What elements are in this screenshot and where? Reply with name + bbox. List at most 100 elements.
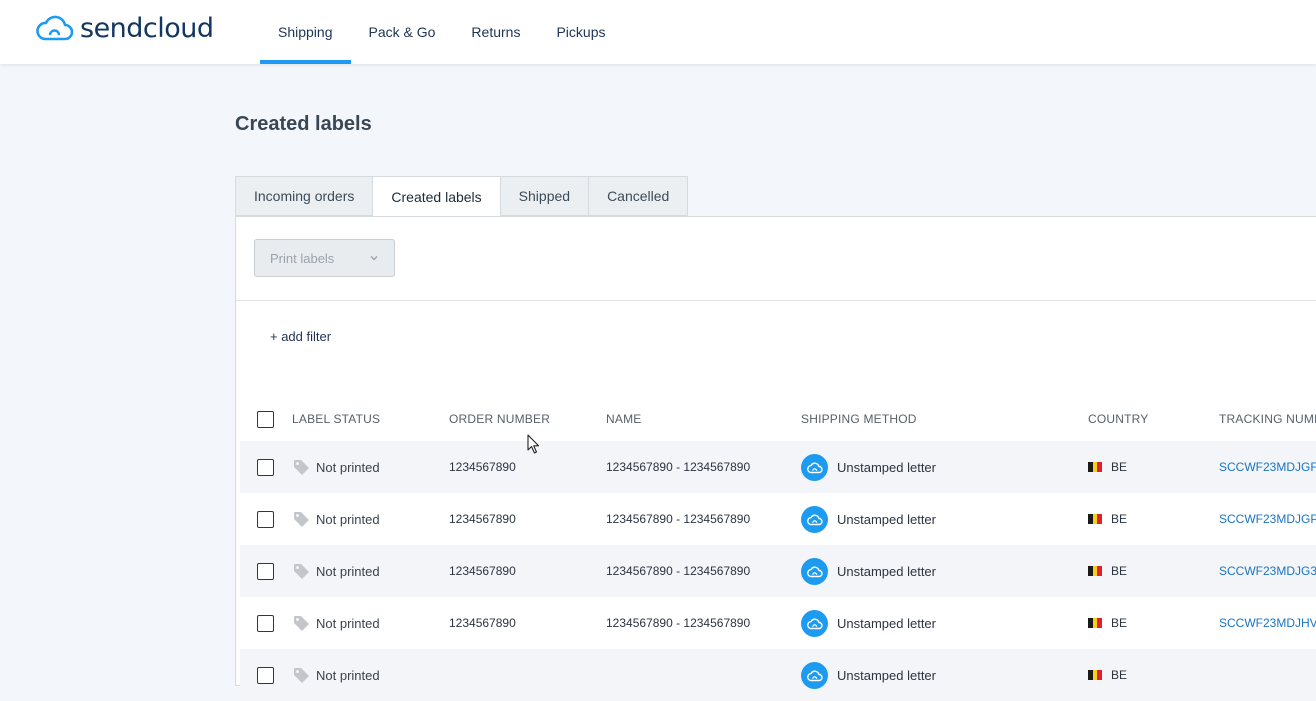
row-checkbox[interactable] (257, 614, 274, 632)
cloud-icon (801, 609, 828, 637)
country-code: BE (1111, 512, 1128, 526)
top-navigation-bar: sendcloud Shipping Pack & Go Returns Pic… (0, 0, 1316, 64)
tag-icon (294, 564, 309, 579)
country-cell: BE (1088, 493, 1127, 545)
country-code: BE (1111, 616, 1128, 630)
shipping-method-text: Unstamped letter (837, 459, 936, 475)
add-filter-link[interactable]: + add filter (270, 329, 331, 344)
brand-logo[interactable]: sendcloud (34, 12, 214, 44)
table-row[interactable]: Not printed 1234567890 1234567890 - 1234… (240, 597, 1316, 649)
country-code: BE (1111, 668, 1128, 682)
print-labels-label: Print labels (270, 250, 335, 266)
nav-item-returns[interactable]: Returns (453, 0, 538, 64)
table-row[interactable]: Not printed 1234567890 1234567890 - 1234… (240, 545, 1316, 597)
panel-toolbar: Print labels (236, 217, 1316, 301)
label-status-cell: Not printed (292, 545, 380, 597)
shipping-method-cell: Unstamped letter (801, 493, 936, 545)
belgium-flag-icon (1088, 514, 1103, 524)
tracking-number-cell: SCCWF23MDJGP (1219, 493, 1316, 545)
print-labels-dropdown[interactable]: Print labels (254, 239, 395, 277)
row-checkbox[interactable] (257, 458, 274, 476)
belgium-flag-icon (1088, 618, 1103, 628)
shipping-method-cell: Unstamped letter (801, 441, 936, 493)
cloud-icon (801, 453, 828, 481)
label-status-cell: Not printed (292, 441, 380, 493)
mouse-cursor-icon (527, 434, 540, 454)
row-checkbox[interactable] (257, 562, 274, 580)
tab-created-labels[interactable]: Created labels (372, 176, 501, 217)
tracking-number-cell: SCCWF23MDJGF (1219, 441, 1316, 493)
country-code: BE (1111, 564, 1128, 578)
tab-shipped[interactable]: Shipped (499, 176, 590, 216)
row-select-cell (257, 493, 274, 545)
order-number-cell: 1234567890 (449, 460, 516, 474)
country-cell: BE (1088, 545, 1127, 597)
row-select-cell (257, 545, 274, 597)
customer-name-cell: 1234567890 - 1234567890 (606, 512, 751, 526)
label-status-cell: Not printed (292, 493, 380, 545)
select-all-cell (257, 397, 274, 441)
brand-name: sendcloud (80, 12, 214, 44)
page-title: Created labels (235, 113, 372, 135)
shipping-method-cell: Unstamped letter (801, 597, 936, 649)
tracking-number-link[interactable]: SCCWF23MDJGP (1219, 512, 1316, 526)
belgium-flag-icon (1088, 670, 1103, 680)
label-status-cell: Not printed (292, 649, 380, 701)
shipping-method-cell: Unstamped letter (801, 545, 936, 597)
tracking-number-cell: SCCWF23MDJG3 (1219, 545, 1316, 597)
tag-icon (294, 512, 309, 527)
label-status-text: Not printed (316, 615, 380, 631)
labels-panel: Print labels + add filter LABEL STATUS O… (235, 216, 1316, 701)
label-status-cell: Not printed (292, 597, 380, 649)
chevron-down-icon (370, 256, 378, 261)
row-select-cell (257, 649, 274, 701)
order-number-cell: 1234567890 (449, 564, 516, 578)
row-select-cell (257, 441, 274, 493)
country-cell: BE (1088, 441, 1127, 493)
shipping-method-text: Unstamped letter (837, 511, 936, 527)
labels-table: LABEL STATUS ORDER NUMBER NAME SHIPPING … (240, 397, 1316, 701)
table-row[interactable]: Not printed 1234567890 1234567890 - 1234… (240, 441, 1316, 493)
cloud-icon (801, 557, 828, 585)
row-checkbox[interactable] (257, 510, 274, 528)
tracking-number-link[interactable]: SCCWF23MDJG3 (1219, 564, 1316, 578)
tab-incoming-orders[interactable]: Incoming orders (235, 176, 374, 216)
tag-icon (294, 668, 309, 683)
tracking-number-link[interactable]: SCCWF23MDJGF (1219, 460, 1316, 474)
order-status-tabs: Incoming orders Created labels Shipped C… (235, 176, 689, 217)
cloud-logo-icon (36, 15, 74, 41)
tag-icon (294, 616, 309, 631)
column-header-country[interactable]: COUNTRY (1088, 397, 1149, 441)
shipping-method-text: Unstamped letter (837, 615, 936, 631)
column-header-label-status[interactable]: LABEL STATUS (292, 397, 380, 441)
table-header-row: LABEL STATUS ORDER NUMBER NAME SHIPPING … (240, 397, 1316, 441)
country-cell: BE (1088, 649, 1127, 701)
order-number-cell: 1234567890 (449, 616, 516, 630)
belgium-flag-icon (1088, 462, 1103, 472)
nav-item-shipping[interactable]: Shipping (260, 0, 351, 64)
cloud-icon (801, 661, 828, 689)
row-checkbox[interactable] (257, 666, 274, 684)
tracking-number-link[interactable]: SCCWF23MDJHV (1219, 616, 1316, 630)
order-number-cell: 1234567890 (449, 512, 516, 526)
column-header-shipping-method[interactable]: SHIPPING METHOD (801, 397, 917, 441)
column-header-name[interactable]: NAME (606, 397, 641, 441)
select-all-checkbox[interactable] (257, 410, 274, 428)
tracking-number-cell: SCCWF23MDJHV (1219, 597, 1316, 649)
customer-name-cell: 1234567890 - 1234567890 (606, 460, 751, 474)
label-status-text: Not printed (316, 459, 380, 475)
table-row[interactable]: Not printed 1234567890 1234567890 - 1234… (240, 493, 1316, 545)
country-cell: BE (1088, 597, 1127, 649)
label-status-text: Not printed (316, 563, 380, 579)
nav-item-pack-and-go[interactable]: Pack & Go (351, 0, 454, 64)
tag-icon (294, 460, 309, 475)
shipping-method-text: Unstamped letter (837, 667, 936, 683)
table-row[interactable]: Not printed Unstamped letter BE (240, 649, 1316, 701)
shipping-method-text: Unstamped letter (837, 563, 936, 579)
main-nav: Shipping Pack & Go Returns Pickups (260, 0, 623, 64)
customer-name-cell: 1234567890 - 1234567890 (606, 564, 751, 578)
column-header-tracking-number[interactable]: TRACKING NUMBE (1219, 397, 1316, 441)
cloud-icon (801, 505, 828, 533)
nav-item-pickups[interactable]: Pickups (538, 0, 623, 64)
tab-cancelled[interactable]: Cancelled (588, 176, 689, 216)
